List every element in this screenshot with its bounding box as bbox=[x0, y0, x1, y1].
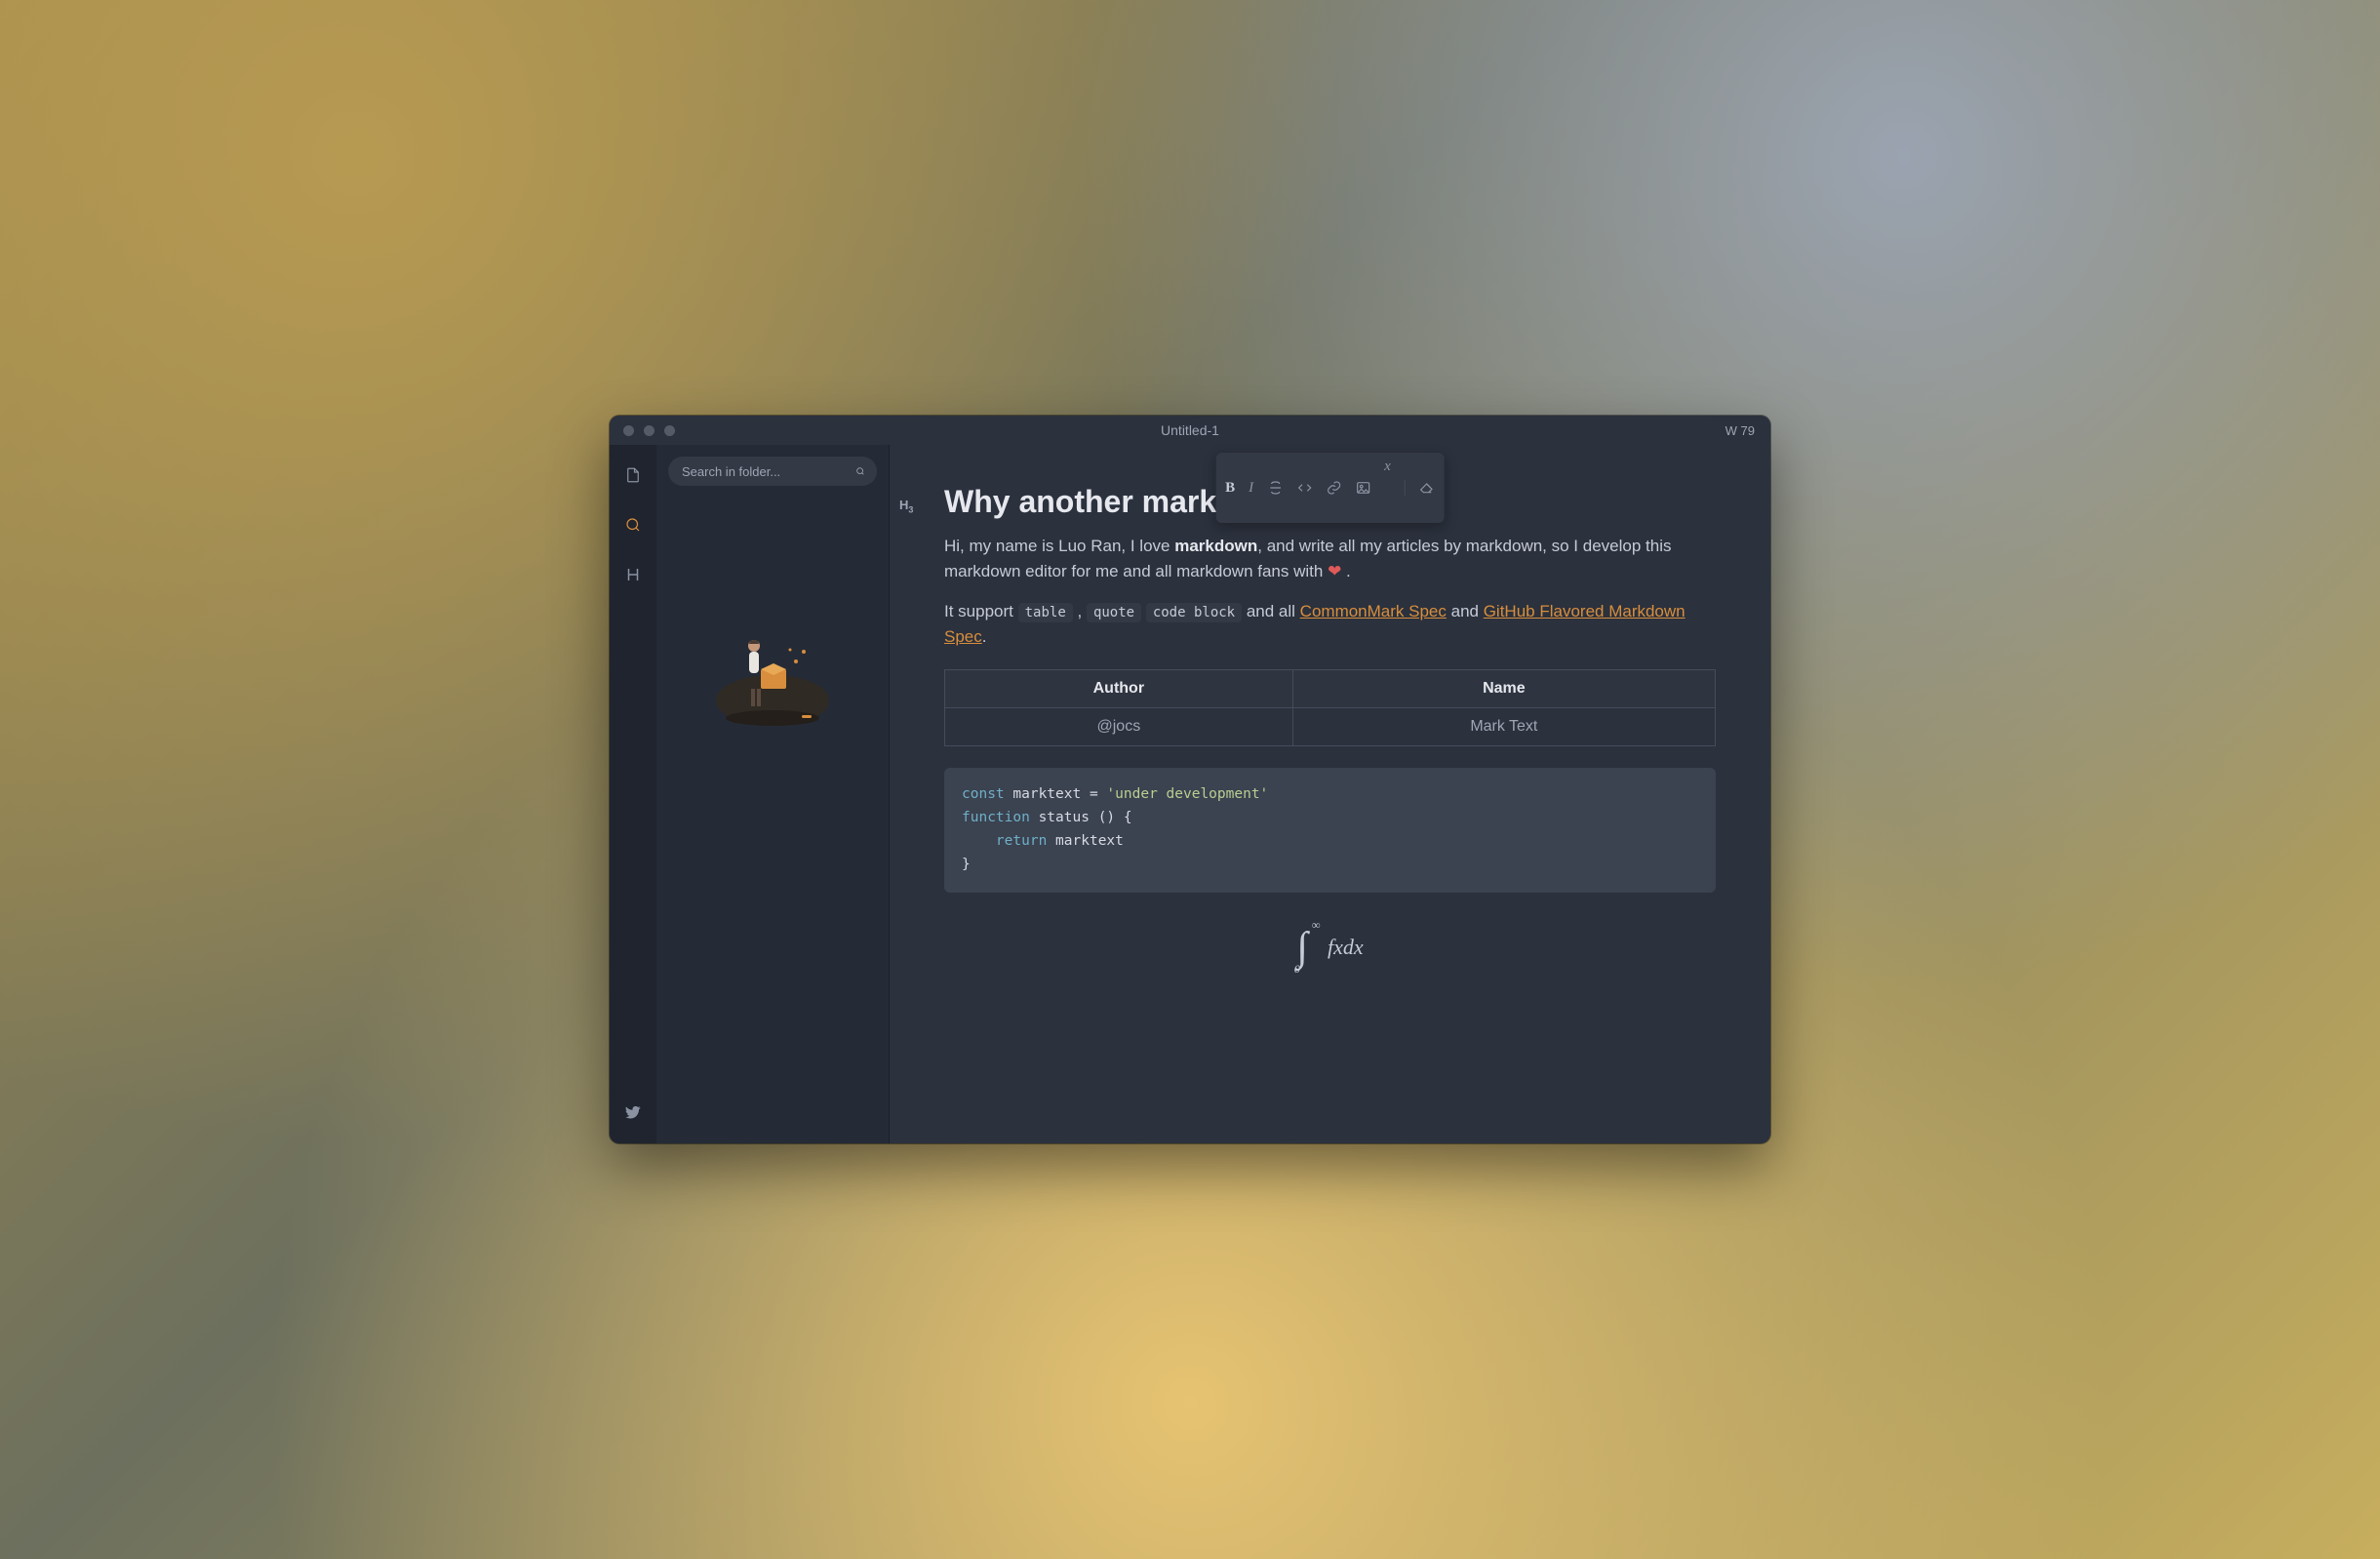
titlebar: Untitled-1 W 79 bbox=[610, 416, 1770, 445]
code-icon bbox=[1296, 480, 1312, 496]
link-commonmark[interactable]: CommonMark Spec bbox=[1300, 602, 1447, 620]
twitter-icon bbox=[624, 1103, 642, 1121]
code-block[interactable]: const marktext = 'under development' fun… bbox=[944, 768, 1716, 893]
file-icon bbox=[624, 466, 642, 484]
search-tab[interactable] bbox=[624, 516, 642, 539]
table[interactable]: Author Name @jocs Mark Text bbox=[944, 669, 1716, 746]
italic-button[interactable]: I bbox=[1249, 480, 1253, 497]
table-cell[interactable]: @jocs bbox=[945, 708, 1293, 746]
table-cell[interactable]: Mark Text bbox=[1292, 708, 1715, 746]
bold-text: markdown bbox=[1174, 537, 1257, 555]
image-icon bbox=[1355, 480, 1370, 496]
inline-code: quote bbox=[1087, 603, 1141, 622]
paragraph-1[interactable]: Hi, my name is Luo Ran, I love markdown,… bbox=[944, 534, 1716, 585]
strikethrough-icon bbox=[1267, 480, 1283, 496]
empty-results-illustration bbox=[656, 486, 889, 1143]
bold-button[interactable]: B bbox=[1225, 480, 1235, 497]
image-button[interactable] bbox=[1355, 480, 1370, 496]
math-body: fxdx bbox=[1328, 935, 1364, 959]
heart-icon: ❤ bbox=[1328, 562, 1341, 580]
integral-upper: ∞ bbox=[1312, 918, 1321, 932]
code-button[interactable] bbox=[1296, 480, 1312, 496]
format-toolbar: B I x bbox=[1215, 453, 1445, 523]
math-button[interactable]: x bbox=[1384, 459, 1391, 517]
editor-area: B I x H3 Why another markdown editor? Hi… bbox=[890, 445, 1770, 1143]
paragraph-2[interactable]: It support table , quote code block and … bbox=[944, 599, 1716, 651]
editor-content[interactable]: H3 Why another markdown editor? Hi, my n… bbox=[890, 445, 1770, 1143]
share-twitter[interactable] bbox=[624, 1103, 642, 1126]
strike-button[interactable] bbox=[1267, 480, 1283, 496]
integral-lower: 0 bbox=[1294, 962, 1300, 976]
app-window: Untitled-1 W 79 bbox=[610, 416, 1770, 1143]
toolbar-separator bbox=[1405, 480, 1406, 496]
search-input[interactable] bbox=[680, 463, 855, 480]
math-block[interactable]: ∫0∞ fxdx bbox=[944, 918, 1716, 977]
heading-icon bbox=[624, 566, 642, 583]
word-count: W 79 bbox=[1726, 423, 1755, 438]
eraser-icon bbox=[1419, 480, 1435, 496]
side-panel bbox=[656, 445, 890, 1143]
inline-code: code block bbox=[1146, 603, 1242, 622]
inline-code: table bbox=[1018, 603, 1073, 622]
heading-level-badge: H3 bbox=[899, 498, 913, 515]
activity-bar bbox=[610, 445, 656, 1143]
link-icon bbox=[1326, 480, 1341, 496]
table-header[interactable]: Name bbox=[1292, 670, 1715, 708]
search-icon bbox=[624, 516, 642, 534]
clear-format-button[interactable] bbox=[1419, 480, 1435, 496]
folder-search[interactable] bbox=[668, 457, 877, 486]
link-button[interactable] bbox=[1326, 480, 1341, 496]
table-row[interactable]: @jocs Mark Text bbox=[945, 708, 1716, 746]
search-icon bbox=[855, 463, 865, 479]
document-title: Untitled-1 bbox=[610, 422, 1770, 438]
table-header[interactable]: Author bbox=[945, 670, 1293, 708]
files-tab[interactable] bbox=[624, 466, 642, 489]
headings-tab[interactable] bbox=[624, 566, 642, 588]
